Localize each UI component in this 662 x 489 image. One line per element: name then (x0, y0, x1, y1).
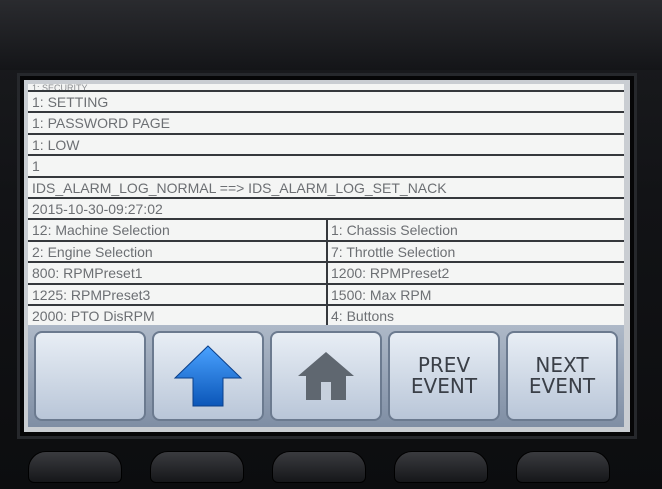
blank-softkey[interactable] (34, 331, 146, 421)
table-cell: 4: Buttons (331, 307, 395, 324)
table-row: 12: Machine Selection 1: Chassis Selecti… (28, 220, 624, 242)
table-cell: 1500: Max RPM (331, 286, 432, 303)
hardware-key[interactable] (28, 451, 122, 483)
softkey-bar: PREV EVENT NEXT EVENT (28, 325, 624, 427)
hardware-key[interactable] (516, 451, 610, 483)
prev-event-button[interactable]: PREV EVENT (388, 331, 500, 421)
log-row: IDS_ALARM_LOG_NORMAL ==> IDS_ALARM_LOG_S… (28, 177, 624, 199)
log-row: 1 (28, 156, 624, 178)
table-cell: 800: RPMPreset1 (32, 263, 328, 283)
up-softkey[interactable] (152, 331, 264, 421)
table-cell: 2000: PTO DisRPM (32, 305, 328, 326)
table-cell: 1225: RPMPreset3 (32, 284, 328, 304)
display-screen: 1: SECURITY 1: SETTING 1: PASSWORD PAGE … (24, 80, 630, 432)
table-cell: 1: Chassis Selection (331, 222, 458, 239)
next-event-button[interactable]: NEXT EVENT (506, 331, 618, 421)
table-row: 1225: RPMPreset3 1500: Max RPM (28, 284, 624, 306)
up-arrow-icon (173, 344, 243, 408)
hardware-keys (0, 445, 662, 489)
log-row: 1: SETTING (28, 92, 624, 114)
hardware-key[interactable] (150, 451, 244, 483)
table-row: 800: RPMPreset1 1200: RPMPreset2 (28, 263, 624, 285)
hardware-key[interactable] (272, 451, 366, 483)
bezel-top (0, 0, 662, 70)
partial-row: 1: SECURITY (28, 84, 624, 92)
table-cell: 12: Machine Selection (32, 220, 328, 240)
log-row: 1: LOW (28, 134, 624, 157)
table-cell: 1200: RPMPreset2 (331, 265, 450, 282)
home-softkey[interactable] (270, 331, 382, 421)
log-timestamp: 2015-10-30-09:27:02 (28, 198, 624, 221)
hardware-key[interactable] (394, 451, 488, 483)
table-cell: 7: Throttle Selection (331, 243, 456, 260)
table-cell: 2: Engine Selection (32, 241, 328, 262)
table-row: 2: Engine Selection 7: Throttle Selectio… (28, 241, 624, 264)
log-row: 1: PASSWORD PAGE (28, 113, 624, 135)
home-icon (294, 348, 358, 404)
alarm-log-table: 1: SECURITY 1: SETTING 1: PASSWORD PAGE … (28, 84, 624, 328)
